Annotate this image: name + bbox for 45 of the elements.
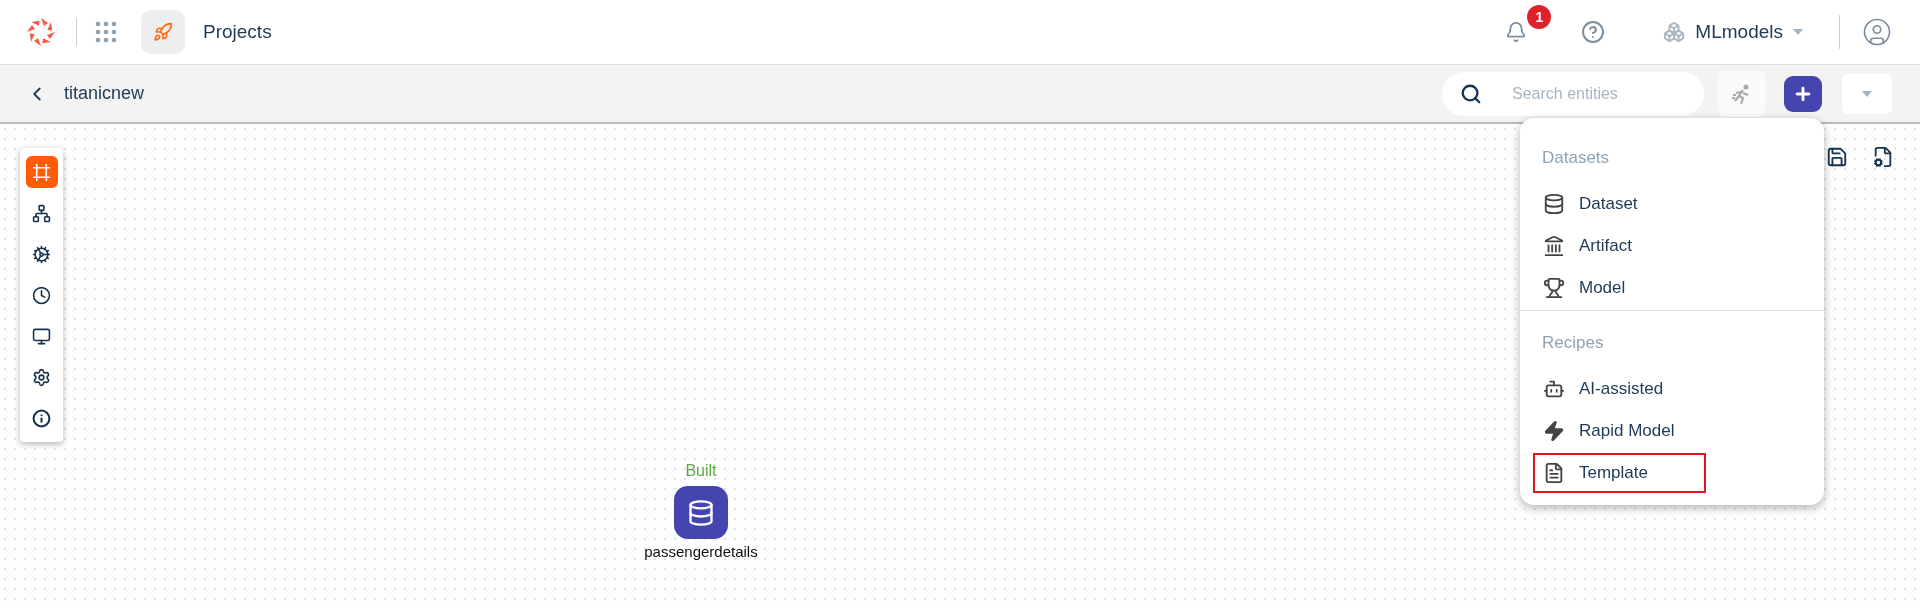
database-icon (1543, 193, 1565, 215)
help-icon (1581, 20, 1606, 44)
info-icon (32, 408, 51, 428)
rocket-button[interactable] (141, 10, 185, 54)
menu-item[interactable]: AI-assisted (1533, 369, 1803, 409)
search-icon (1460, 82, 1482, 105)
canvas-tool-button[interactable] (25, 156, 58, 188)
rocket-icon (153, 22, 173, 42)
project-title: titanicnew (64, 83, 145, 104)
frame-icon (32, 162, 51, 182)
notification-count: 1 (1527, 5, 1552, 29)
robot-icon (1543, 378, 1565, 400)
logo-icon (24, 15, 58, 49)
menu-item[interactable]: Dataset (1533, 184, 1803, 224)
app-title: Projects (203, 21, 272, 43)
dataset-node[interactable] (674, 486, 728, 539)
menu-item[interactable]: Rapid Model (1533, 411, 1803, 451)
bell-icon (1505, 21, 1528, 43)
save-icon[interactable] (1826, 146, 1848, 168)
settings-icon (32, 367, 51, 387)
document-settings-icon[interactable] (1872, 146, 1894, 168)
add-button[interactable] (1784, 75, 1822, 112)
cubes-icon (1663, 21, 1686, 43)
database-icon (687, 498, 715, 527)
menu-item[interactable]: Model (1533, 268, 1803, 308)
monitor-icon (32, 326, 51, 346)
menu-item[interactable]: Template (1533, 453, 1706, 493)
caret-icon (1862, 90, 1872, 97)
user-icon (1862, 17, 1892, 47)
apps-grid-icon[interactable] (95, 21, 117, 43)
workspace-selector[interactable]: MLmodels (1657, 20, 1809, 44)
node-label: passengerdetails (644, 543, 758, 560)
hierarchy-icon (32, 203, 51, 223)
lightning-icon (1543, 420, 1565, 442)
clock-icon (32, 285, 51, 305)
menu-section-title: Recipes (1541, 332, 1605, 354)
menu-section-title: Datasets (1541, 147, 1611, 169)
document-icon (1543, 462, 1565, 484)
search-field[interactable]: Search entities (1442, 71, 1704, 116)
menu-item[interactable]: Artifact (1533, 226, 1803, 266)
bank-icon (1543, 235, 1565, 257)
caret-icon (1793, 29, 1803, 35)
trophy-icon (1543, 277, 1565, 299)
notifications-button[interactable] (1505, 21, 1528, 43)
node-status: Built (685, 462, 717, 480)
